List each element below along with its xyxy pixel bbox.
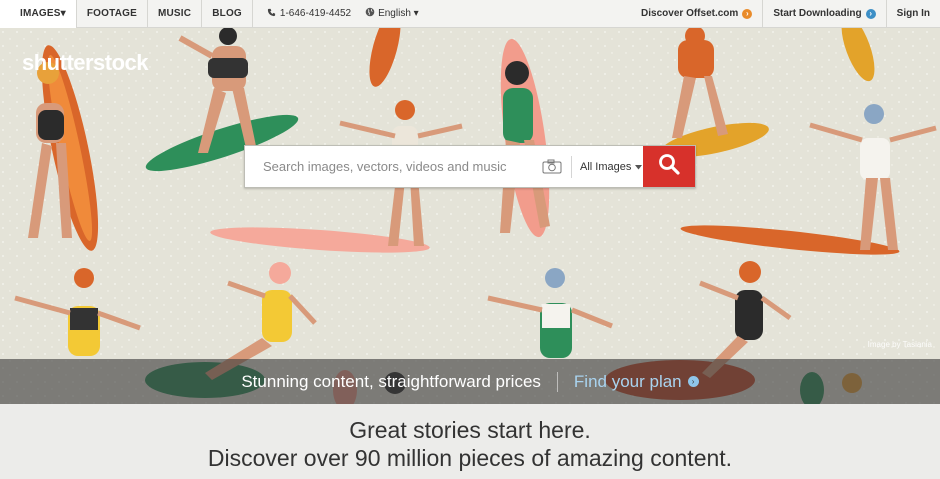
discover-offset-label: Discover Offset.com [641,8,739,19]
search-input[interactable] [261,158,535,175]
top-nav: IMAGES▾ FOOTAGE MUSIC BLOG 1-646-419-445… [0,0,940,28]
start-downloading-link[interactable]: Start Downloading › [762,0,885,28]
start-downloading-label: Start Downloading [773,8,862,19]
search-bar: All Images [244,145,696,188]
search-button[interactable] [643,146,695,187]
hero-section: shutterstock All Images Image by Tasiani… [0,28,940,404]
tagline-line-2: Discover over 90 million pieces of amazi… [207,445,733,471]
banner-divider [556,371,558,392]
tab-images[interactable]: IMAGES▾ [0,0,77,28]
find-plan-label: Find your plan [573,371,682,391]
phone-icon [267,8,276,20]
top-right-links: Discover Offset.com › Start Downloading … [631,0,940,28]
camera-icon[interactable] [541,158,563,176]
find-plan-link[interactable]: Find your plan › [574,372,699,392]
globe-icon [365,7,375,20]
image-type-select[interactable]: All Images [580,160,643,173]
chevron-right-icon: › [687,376,699,387]
language-selector[interactable]: English ▾ [365,7,419,20]
chevron-down-icon [635,161,643,173]
hero-illustration [0,28,940,404]
phone-number: 1-646-419-4452 [279,8,352,19]
phone-contact[interactable]: 1-646-419-4452 [267,8,351,20]
tagline-line-1: Great stories start here. [349,417,591,443]
search-separator [571,155,572,178]
discover-offset-link[interactable]: Discover Offset.com › [631,0,762,28]
banner-text: Stunning content, straightforward prices [241,371,541,391]
chevron-right-icon: › [742,8,753,19]
search-icon [658,153,680,180]
tab-blog[interactable]: BLOG [202,0,253,28]
tab-footage[interactable]: FOOTAGE [77,0,148,28]
pricing-banner: Stunning content, straightforward prices… [0,359,940,404]
tagline: Great stories start here. Discover over … [0,416,940,472]
image-credit: Image by Tasiania [867,340,932,349]
sign-in-link[interactable]: Sign In [885,0,940,28]
sign-in-label: Sign In [896,8,930,19]
shutterstock-logo[interactable]: shutterstock [22,50,149,76]
chevron-right-icon: › [865,8,876,19]
image-type-label: All Images [580,160,632,173]
language-label: English ▾ [378,8,419,19]
tab-music[interactable]: MUSIC [148,0,203,28]
